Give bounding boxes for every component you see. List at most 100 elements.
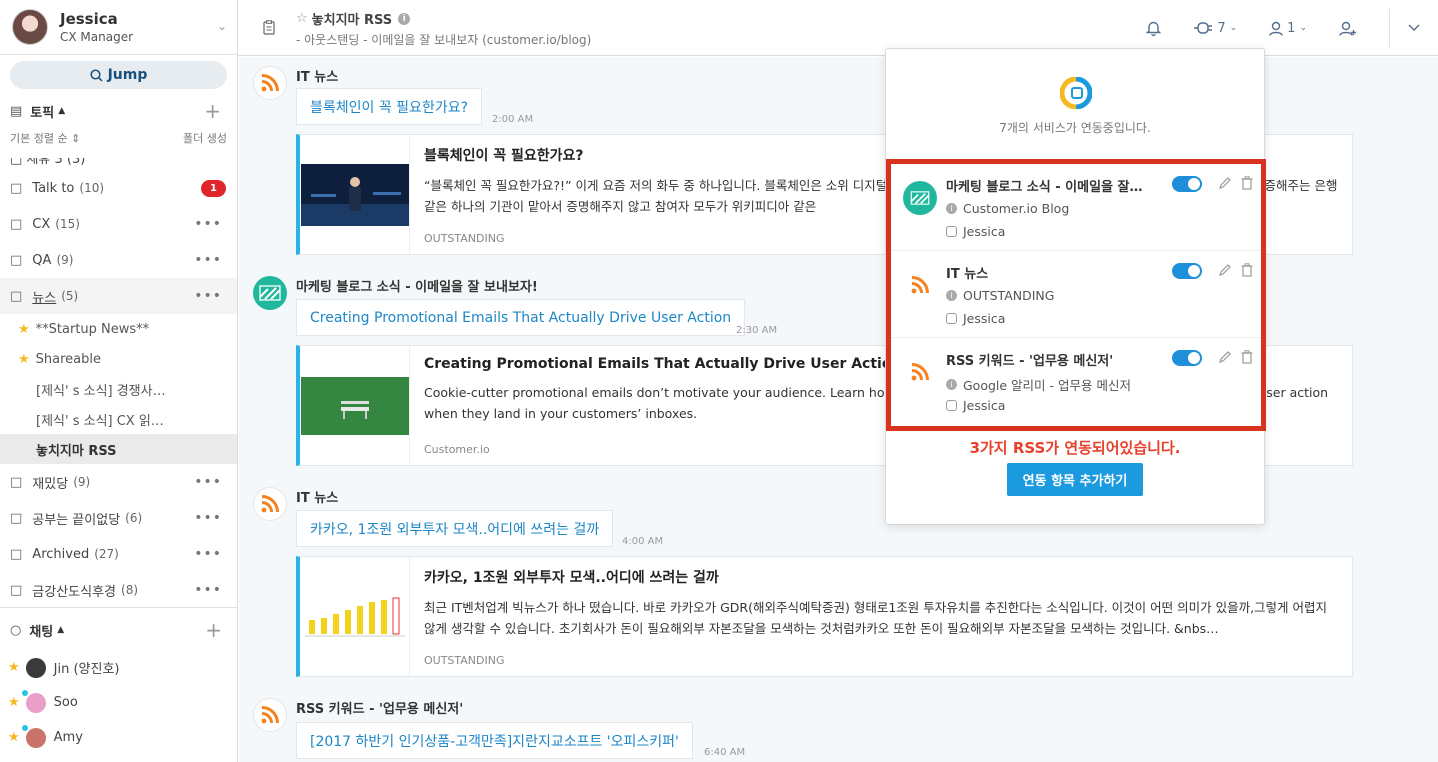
message-sender: IT 뉴스 (296, 491, 339, 506)
info-icon[interactable]: i (398, 12, 411, 25)
connected-count-text: 7개의 서비스가 연동중입니다. (999, 121, 1151, 135)
sidebar: Jessica CX Manager ⌄ Jump ▤ 토픽 ▲ + 기본 정렬… (0, 0, 238, 762)
annotation-text: 3가지 RSS가 연동되어있습니다. (969, 439, 1181, 457)
online-indicator (21, 689, 28, 696)
service-source: OUTSTANDING (963, 288, 1055, 303)
edit-icon[interactable] (1218, 263, 1232, 277)
more-icon[interactable]: ••• (194, 474, 222, 490)
topic-folder-news[interactable]: □ 뉴스 (5) ••• (0, 278, 237, 314)
topic-count: (6) (125, 511, 143, 525)
topics-label: 토픽 (30, 105, 55, 121)
folder-icon: □ (10, 252, 23, 268)
message-time: 6:40 AM (704, 747, 746, 758)
topic-shareable[interactable]: ★ Shareable (0, 344, 237, 374)
topic-folder-talk-to[interactable]: □ Talk to (10) 1 (0, 170, 237, 206)
message-link[interactable]: 블록체인이 꼭 필요한가요? (296, 88, 483, 125)
card-thumbnail (300, 346, 410, 465)
service-source: Customer.io Blog (963, 201, 1070, 216)
topic-cx-reading[interactable]: [제식' s 소식] CX 읽… (0, 404, 237, 434)
more-icon[interactable]: ••• (194, 510, 222, 526)
message-sender: 마케팅 블로그 소식 - 이메일을 잘 보내보자! (296, 280, 538, 295)
topic-rss-active[interactable]: 놓치지마 RSS (0, 434, 237, 464)
topic-folder-study[interactable]: □ 공부는 끝이없당 (6) ••• (0, 500, 237, 536)
service-toggle[interactable] (1172, 263, 1202, 279)
topic-competitor-news[interactable]: [제식' s 소식] 경쟁사… (0, 374, 237, 404)
card-description: 최근 IT벤처업계 빅뉴스가 하나 떴습니다. 바로 카카오가 GDR(해외주식… (424, 600, 1328, 636)
more-menu-button[interactable] (1408, 24, 1420, 32)
rss-icon (903, 355, 937, 389)
service-toggle[interactable] (1172, 350, 1202, 366)
user-menu[interactable]: Jessica CX Manager ⌄ (0, 0, 237, 55)
user-icon (946, 400, 957, 411)
chevron-down-icon: ⌄ (1229, 23, 1238, 33)
chat-item-jin[interactable]: ★ Jin (양진호) (0, 650, 237, 685)
edit-icon[interactable] (1218, 176, 1232, 190)
message-link[interactable]: [2017 하반기 인기상품-고객만족]지란지교소프트 '오피스키퍼' (296, 722, 693, 759)
topic-folder-cx[interactable]: □ CX (15) ••• (0, 206, 237, 242)
trash-icon[interactable] (1241, 263, 1253, 277)
unread-badge: 1 (201, 179, 226, 197)
create-folder-link[interactable]: 폴더 생성 (183, 130, 227, 146)
chevron-down-icon (1408, 24, 1420, 31)
topic-name: 재밌당 (32, 476, 69, 492)
edit-icon[interactable] (1218, 350, 1232, 364)
notification-button[interactable] (1146, 20, 1162, 36)
add-integration-button[interactable]: 연동 항목 추가하기 (1007, 463, 1143, 496)
more-icon[interactable]: ••• (194, 216, 222, 232)
service-row[interactable]: RSS 키워드 - '업무용 메신저' i Google 알리미 - 업무용 메신… (891, 338, 1261, 425)
topic-count: (10) (79, 181, 105, 195)
service-row[interactable]: 마케팅 블로그 소식 - 이메일을 잘… i Customer.io Blog J… (891, 164, 1261, 251)
topic-folder-food[interactable]: □ 금강산도식후경 (8) ••• (0, 572, 237, 607)
favorite-star-icon[interactable]: ☆ (296, 11, 308, 26)
folder-icon: □ (10, 510, 23, 526)
add-topic-icon[interactable]: + (204, 99, 221, 123)
caret-up-icon: ▲ (58, 106, 66, 116)
topic-folder-fun[interactable]: □ 재밌당 (9) ••• (0, 464, 237, 500)
chat-header[interactable]: ○ 채팅 ▲ + (0, 614, 237, 646)
add-chat-icon[interactable]: + (205, 618, 222, 642)
message-link[interactable]: 카카오, 1조원 외부투자 모색..어디에 쓰려는 걸까 (296, 510, 614, 547)
avatar (21, 724, 46, 748)
bell-icon (1146, 21, 1162, 36)
sort-dropdown[interactable]: 기본 정렬 순 ⇕ (10, 130, 80, 146)
more-icon[interactable]: ••• (194, 582, 222, 598)
star-icon: ★ (8, 695, 20, 710)
message-time: 2:00 AM (492, 114, 534, 125)
service-row[interactable]: IT 뉴스 i OUTSTANDING Jessica (891, 251, 1261, 338)
rss-avatar (253, 487, 287, 521)
chat-item-amy[interactable]: ★ Amy (0, 720, 237, 755)
link-preview-card[interactable]: 카카오, 1조원 외부투자 모색..어디에 쓰려는 걸까 최근 IT벤처업계 빅… (296, 556, 1353, 677)
service-toggle[interactable] (1172, 176, 1202, 192)
chevron-down-icon[interactable]: ⌄ (217, 19, 227, 33)
chat-item-soo[interactable]: ★ Soo (0, 685, 237, 720)
topics-header[interactable]: ▤ 토픽 ▲ + (0, 95, 237, 127)
topic-name: 공부는 끝이없당 (32, 512, 121, 528)
trash-icon[interactable] (1241, 350, 1253, 364)
more-icon[interactable]: ••• (194, 546, 222, 562)
room-title: 놓치지마 RSS (311, 13, 393, 28)
customerio-avatar (253, 276, 287, 310)
members-button[interactable]: 1 ⌄ (1269, 21, 1307, 36)
topic-count: (5) (61, 289, 79, 303)
jump-button[interactable]: Jump (10, 61, 227, 89)
caret-up-icon: ▲ (57, 625, 65, 635)
trash-icon[interactable] (1241, 176, 1253, 190)
connect-button[interactable]: 7 ⌄ (1193, 21, 1237, 36)
card-title: 카카오, 1조원 외부투자 모색..어디에 쓰려는 걸까 (424, 570, 719, 586)
topic-folder-qa[interactable]: □ QA (9) ••• (0, 242, 237, 278)
info-icon: i (946, 379, 957, 390)
rss-icon (261, 706, 279, 724)
chat-name: Jin (양진호) (53, 662, 120, 677)
topic-startup-news[interactable]: ★ **Startup News** (0, 314, 237, 344)
message-link[interactable]: Creating Promotional Emails That Actuall… (296, 299, 746, 336)
topic-folder-archived[interactable]: □ Archived (27) ••• (0, 536, 237, 572)
star-icon: ★ (8, 730, 20, 745)
partial-topic-label: 제휴 3 (3) (26, 158, 86, 167)
more-icon[interactable]: ••• (194, 288, 222, 304)
service-name: IT 뉴스 (946, 267, 989, 282)
invite-button[interactable] (1339, 21, 1357, 36)
more-icon[interactable]: ••• (194, 252, 222, 268)
info-icon: i (946, 290, 957, 301)
topic-count: (8) (121, 583, 139, 597)
card-thumbnail (300, 135, 410, 254)
